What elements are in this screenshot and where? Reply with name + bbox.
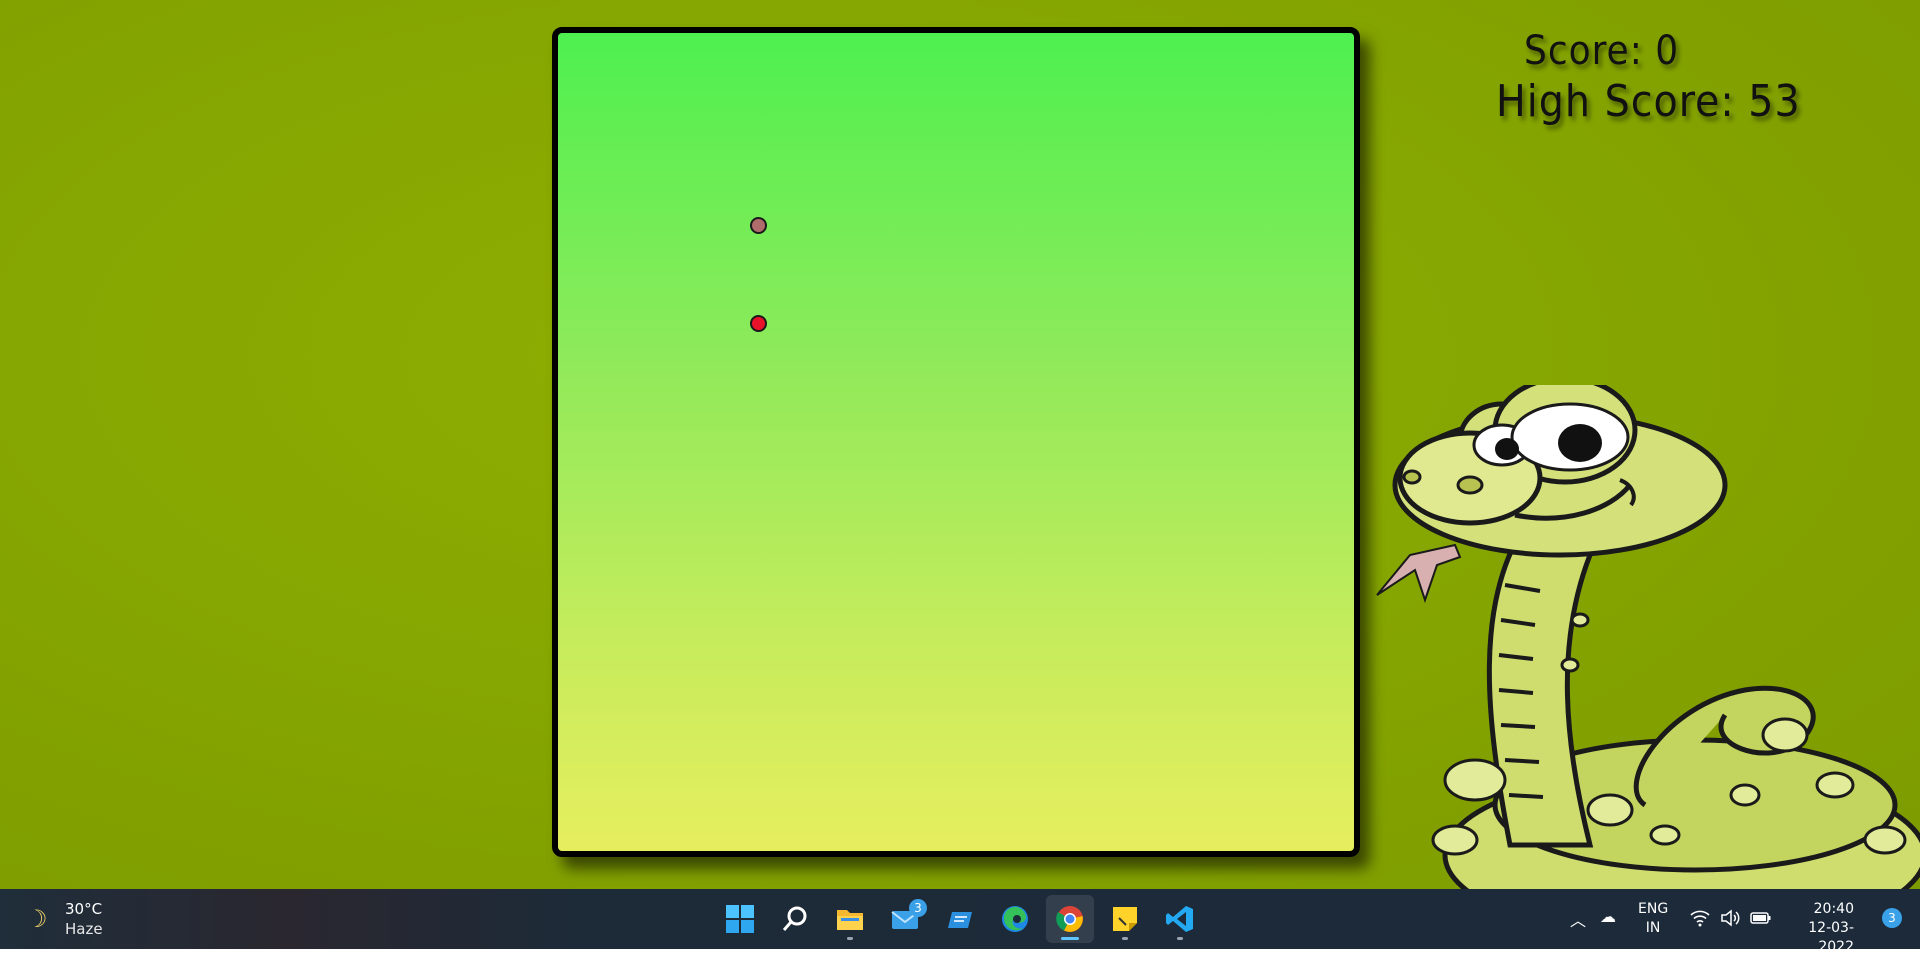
- onedrive-cloud-icon[interactable]: ☁: [1600, 907, 1616, 926]
- chrome-button[interactable]: [1046, 895, 1094, 943]
- snake-mascot-illustration: [1376, 385, 1920, 889]
- system-tray: ︿ ☁ ENG IN 20:40 12-03-2022 3: [1560, 889, 1920, 955]
- battery-icon[interactable]: [1750, 910, 1772, 926]
- vscode-button[interactable]: [1156, 895, 1204, 943]
- desktop: Score: 0 High Score: 53: [0, 0, 1920, 889]
- running-indicator: [1122, 937, 1128, 940]
- windows-start-icon: [726, 905, 754, 933]
- blue-app-icon: [948, 912, 972, 928]
- edge-button[interactable]: [991, 895, 1039, 943]
- high-score-label: High Score: 53: [1496, 76, 1801, 127]
- wifi-icon[interactable]: [1690, 909, 1710, 927]
- weather-temperature: 30°C: [65, 900, 103, 918]
- language-indicator[interactable]: ENG IN: [1638, 900, 1668, 938]
- start-button[interactable]: [716, 895, 764, 943]
- file-explorer-button[interactable]: [826, 895, 874, 943]
- weather-condition: Haze: [65, 920, 103, 938]
- food-pellet: [750, 315, 767, 332]
- snake-head: [750, 217, 767, 234]
- moon-icon: ☽: [26, 905, 48, 933]
- region-code: IN: [1645, 920, 1661, 936]
- active-indicator: [1061, 937, 1079, 940]
- sticky-notes-icon: [1113, 907, 1137, 931]
- game-board[interactable]: [552, 27, 1360, 857]
- date-label: 12-03-2022: [1808, 920, 1854, 955]
- chrome-browser-icon: [1056, 906, 1083, 932]
- edge-browser-icon: [1002, 906, 1028, 932]
- blue-app-button[interactable]: [936, 895, 984, 943]
- chevron-up-icon[interactable]: ︿: [1570, 907, 1586, 931]
- time-label: 20:40: [1813, 901, 1854, 917]
- running-indicator: [847, 937, 853, 940]
- running-indicator: [1177, 937, 1183, 940]
- language-code: ENG: [1638, 901, 1669, 917]
- sticky-notes-button[interactable]: [1101, 895, 1149, 943]
- vscode-icon: [1166, 906, 1193, 932]
- volume-icon[interactable]: [1720, 909, 1740, 927]
- clock[interactable]: 20:40 12-03-2022: [1786, 900, 1854, 957]
- mail-badge: 3: [909, 899, 927, 917]
- score-label: Score: 0: [1524, 28, 1680, 74]
- search-icon: [782, 906, 807, 931]
- notification-badge[interactable]: 3: [1882, 908, 1902, 928]
- taskbar: ☽ 30°C Haze 3 ︿ ☁ ENG IN 20:40 12-03-202…: [0, 889, 1920, 955]
- folder-icon: [837, 910, 863, 930]
- search-button[interactable]: [771, 895, 819, 943]
- mail-button[interactable]: 3: [881, 895, 929, 943]
